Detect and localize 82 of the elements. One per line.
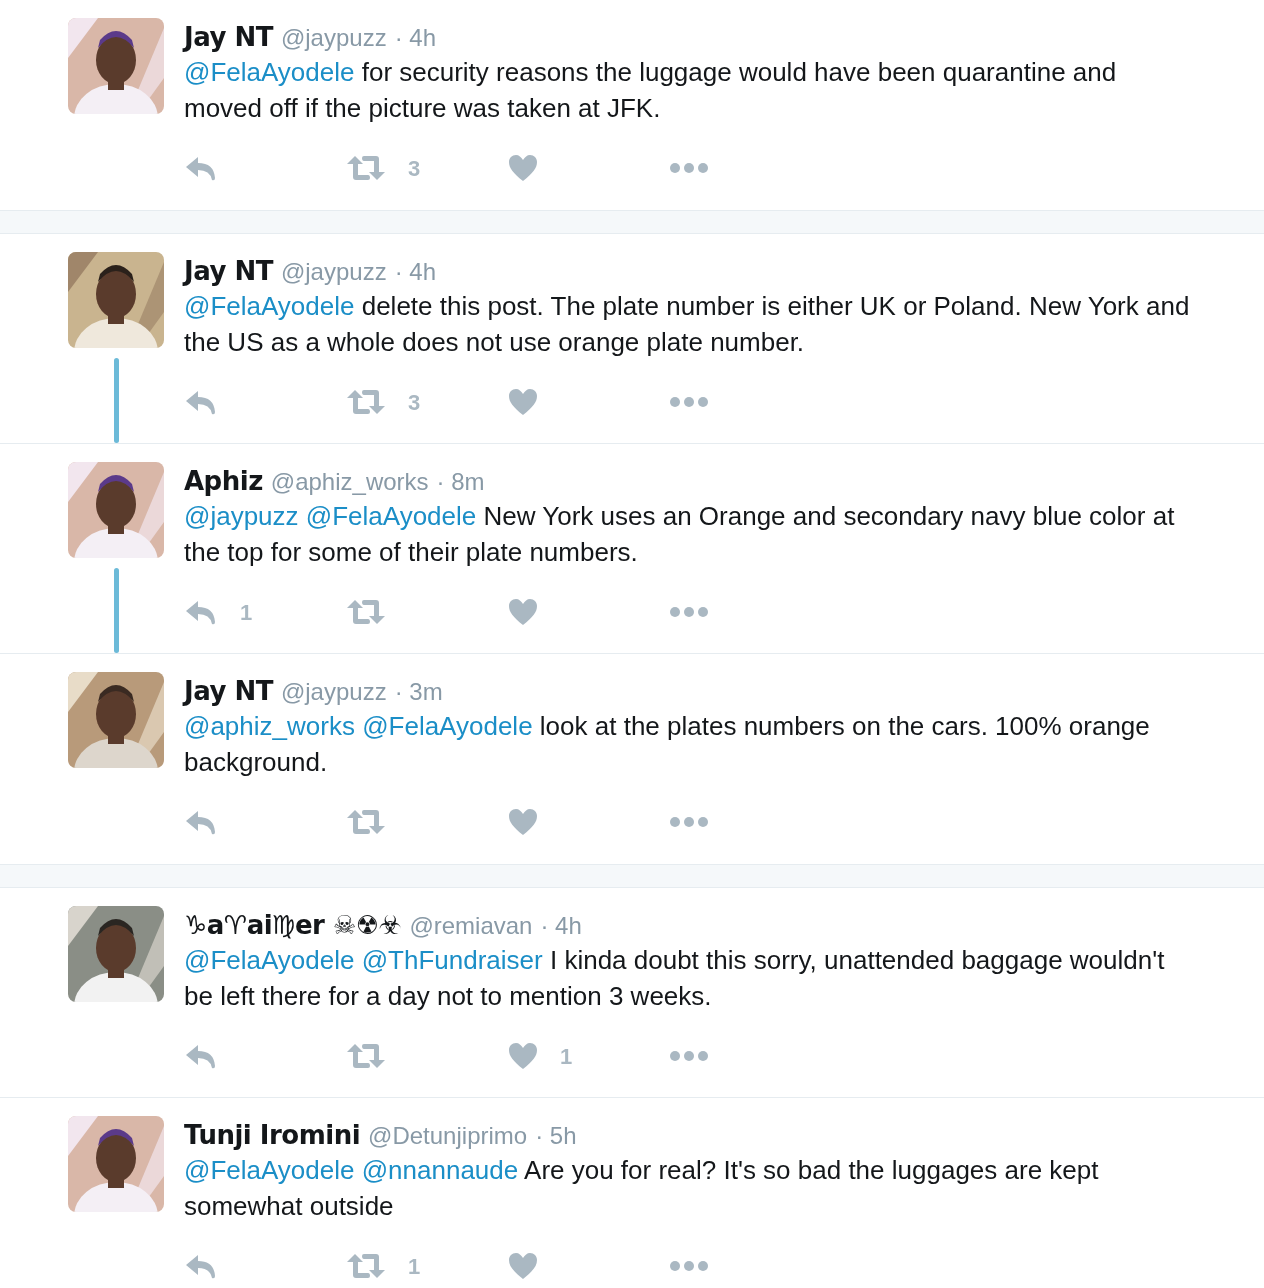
heart-icon	[508, 1252, 538, 1280]
like-button[interactable]	[508, 1252, 538, 1280]
user-name[interactable]: Aphiz	[184, 462, 263, 501]
tweet-text: @FelaAyodele for security reasons the luggage would have been quarantine and moved off if the picture was taken at JFK.	[184, 56, 1118, 125]
heart-icon	[508, 388, 538, 416]
retweet-button[interactable]	[346, 1042, 386, 1070]
retweet-icon	[346, 1252, 386, 1280]
more-icon	[670, 163, 708, 173]
tweet-text: @FelaAyodele @ThFundraiser I kinda doubt this sorry, unattended baggage wouldn't be left there for a day not to mention 3 weeks.	[184, 944, 1166, 1013]
reply-icon	[184, 1042, 218, 1070]
tweet-text: @aphiz_works @FelaAyodele look at the plates numbers on the cars. 100% orange background.	[184, 710, 1151, 779]
reply-button[interactable]	[184, 1042, 218, 1070]
reply-button[interactable]	[184, 1252, 218, 1280]
user-name[interactable]: Jay NT	[184, 252, 273, 291]
like-button[interactable]	[508, 808, 538, 836]
reply-button[interactable]: 1	[184, 595, 253, 629]
tweet-time[interactable]: · 4h	[394, 20, 437, 56]
mention-link[interactable]: @FelaAyodele	[184, 57, 355, 87]
more-button[interactable]	[670, 1051, 708, 1061]
reply-button[interactable]	[184, 808, 218, 836]
mention-link[interactable]: @FelaAyodele	[184, 945, 355, 975]
tweet-time[interactable]: · 3m	[394, 674, 443, 710]
reply-button[interactable]	[184, 388, 218, 416]
more-button[interactable]	[670, 817, 708, 827]
tweet-time[interactable]: · 4h	[394, 254, 437, 290]
more-button[interactable]	[670, 1261, 708, 1271]
retweet-icon	[346, 808, 386, 836]
tweet-time[interactable]: · 8m	[436, 464, 485, 500]
retweet-button[interactable]	[346, 808, 386, 836]
user-handle[interactable]: @jaypuzz	[280, 674, 387, 710]
like-button[interactable]	[508, 154, 538, 182]
tweet-time[interactable]: · 5h	[535, 1118, 577, 1154]
more-icon	[670, 1051, 708, 1061]
tweet-text: @jaypuzz @FelaAyodele New York uses an Orange and secondary navy blue color at the top for some of their plate numbers.	[184, 500, 1176, 569]
heart-icon	[508, 598, 538, 626]
more-button[interactable]	[670, 163, 708, 173]
reply-icon	[184, 598, 218, 626]
retweet-button[interactable]: 3	[346, 385, 421, 419]
mention-link[interactable]: @FelaAyodele	[362, 711, 533, 741]
retweet-button[interactable]	[346, 598, 386, 626]
retweet-icon	[346, 388, 386, 416]
mention-link[interactable]: @FelaAyodele	[305, 501, 477, 531]
user-handle[interactable]: @aphiz_works	[270, 464, 429, 500]
retweet-button[interactable]: 1	[346, 1249, 421, 1283]
like-button[interactable]: 1	[508, 1039, 573, 1073]
like-button[interactable]	[508, 598, 538, 626]
more-icon	[670, 397, 708, 407]
mention-link[interactable]: @aphiz_works	[184, 711, 355, 741]
like-button[interactable]	[508, 388, 538, 416]
mention-link[interactable]: @ThFundraiser	[361, 945, 543, 975]
user-handle[interactable]: @jaypuzz	[280, 20, 387, 56]
reply-icon	[184, 154, 218, 182]
more-button[interactable]	[670, 607, 708, 617]
user-handle[interactable]: @remiavan	[409, 908, 533, 944]
retweet-icon	[346, 598, 386, 626]
user-name[interactable]: Jay NT	[184, 672, 273, 711]
more-icon	[670, 817, 708, 827]
mention-link[interactable]: @nnannaude	[361, 1155, 519, 1185]
user-name[interactable]: Jay NT	[184, 18, 273, 57]
user-handle[interactable]: @Detunjiprimo	[368, 1118, 528, 1154]
mention-link[interactable]: @jaypuzz	[184, 501, 299, 531]
more-button[interactable]	[670, 397, 708, 407]
more-icon	[670, 607, 708, 617]
user-name[interactable]: ♑a♈ai♍er ☠☢☣	[184, 906, 402, 945]
retweet-button[interactable]: 3	[346, 151, 421, 185]
retweet-icon	[346, 1042, 386, 1070]
heart-icon	[508, 808, 538, 836]
mention-link[interactable]: @FelaAyodele	[184, 291, 355, 321]
mention-link[interactable]: @FelaAyodele	[184, 1155, 355, 1185]
reply-icon	[184, 388, 218, 416]
tweet-time[interactable]: · 4h	[540, 908, 582, 944]
heart-icon	[508, 154, 538, 182]
user-name[interactable]: Tunji Iromini	[184, 1116, 361, 1155]
retweet-icon	[346, 154, 386, 182]
heart-icon	[508, 1042, 538, 1070]
reply-button[interactable]	[184, 154, 218, 182]
user-handle[interactable]: @jaypuzz	[280, 254, 387, 290]
reply-icon	[184, 808, 218, 836]
tweet-text: @FelaAyodele delete this post. The plate number is either UK or Poland. New York and the US as a whole does not use orange plate number.	[184, 290, 1191, 359]
tweet-text: @FelaAyodele @nnannaude Are you for real? It's so bad the luggages are kept somewhat outside	[184, 1154, 1100, 1223]
reply-icon	[184, 1252, 218, 1280]
more-icon	[670, 1261, 708, 1271]
